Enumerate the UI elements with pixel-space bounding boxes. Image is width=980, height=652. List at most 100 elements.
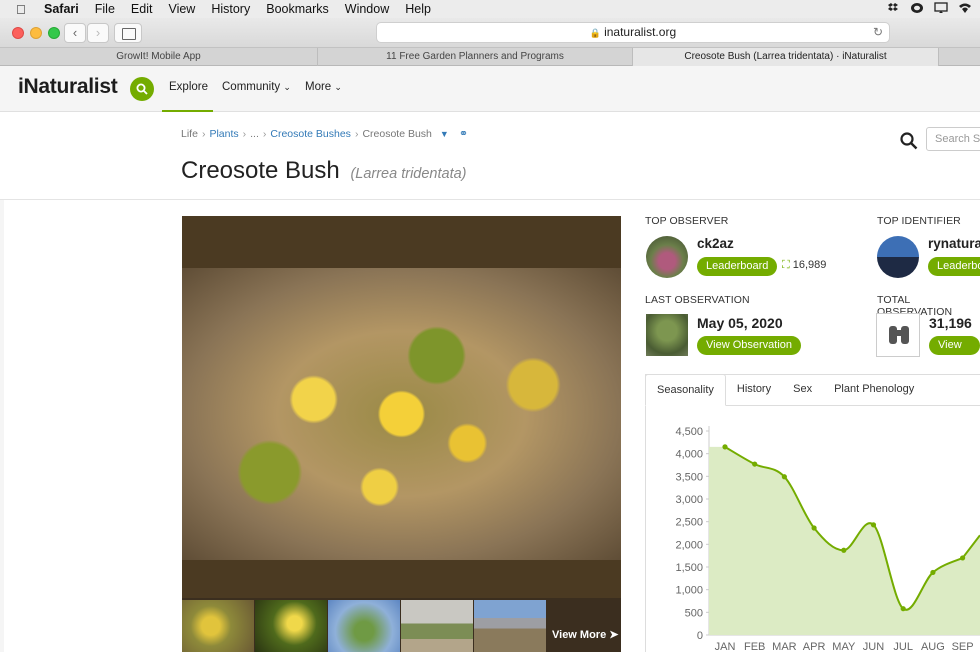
x-tick-label: MAY: [832, 641, 856, 652]
menu-edit[interactable]: Edit: [131, 2, 153, 16]
nav-more-label: More: [305, 81, 332, 93]
site-header: iNaturalist Explore Community ⌄ More ⌄: [0, 66, 980, 112]
thumbnail[interactable]: [182, 600, 254, 652]
data-point: [960, 555, 966, 561]
search-icon: [136, 83, 148, 95]
x-tick-label: JAN: [715, 641, 736, 652]
menu-bookmarks[interactable]: Bookmarks: [266, 2, 329, 16]
y-tick-label: 4,500: [675, 426, 703, 438]
x-tick-label: JUL: [893, 641, 913, 652]
photo-letterbox: [182, 560, 621, 598]
tab-seasonality[interactable]: Seasonality: [645, 374, 726, 406]
binoculars-icon: [876, 313, 920, 357]
last-observation-thumbnail[interactable]: [646, 314, 688, 356]
thumbnail[interactable]: [328, 600, 400, 652]
breadcrumb-ellipsis[interactable]: ...: [250, 128, 259, 140]
reload-icon[interactable]: ↻: [873, 23, 883, 42]
data-point: [841, 547, 847, 553]
browser-toolbar: ‹ › 🔒 inaturalist.org ↻: [0, 18, 980, 48]
creosote-flower-image: [182, 268, 621, 560]
last-observation-date: May 05, 2020: [697, 315, 783, 331]
minimize-window-button[interactable]: [30, 27, 42, 39]
close-window-button[interactable]: [12, 27, 24, 39]
menu-help[interactable]: Help: [405, 2, 431, 16]
thumbnail[interactable]: [401, 600, 473, 652]
breadcrumb-life[interactable]: Life: [181, 128, 198, 140]
site-search-button[interactable]: [130, 77, 154, 101]
common-name: Creosote Bush: [181, 157, 340, 184]
macos-menu-bar:  Safari File Edit View History Bookmark…: [0, 0, 980, 18]
breadcrumb-creosote-bushes[interactable]: Creosote Bushes: [270, 128, 351, 140]
browser-tab-active[interactable]: Creosote Bush (Larrea tridentata) · iNat…: [633, 48, 939, 66]
menu-history[interactable]: History: [211, 2, 250, 16]
address-bar[interactable]: 🔒 inaturalist.org ↻: [376, 22, 890, 43]
y-tick-label: 3,500: [675, 471, 703, 483]
back-button[interactable]: ‹: [64, 23, 86, 43]
dropbox-icon[interactable]: [886, 2, 900, 14]
chevron-down-icon: ⌄: [283, 82, 291, 92]
y-tick-label: 1,000: [675, 585, 703, 597]
thumbnail[interactable]: [474, 600, 546, 652]
tab-sex[interactable]: Sex: [782, 374, 823, 406]
caret-down-icon[interactable]: ▼: [440, 129, 449, 139]
chart-tabs: Seasonality History Sex Plant Phenology: [645, 374, 925, 406]
search-icon[interactable]: [900, 132, 918, 150]
menu-file[interactable]: File: [95, 2, 115, 16]
data-point: [722, 444, 728, 450]
top-observer-leaderboard-button[interactable]: Leaderboard: [697, 257, 778, 276]
top-observer-count: ⛶ 16,989: [782, 259, 826, 272]
menu-view[interactable]: View: [168, 2, 195, 16]
top-identifier-name[interactable]: rynatura: [928, 236, 980, 251]
url-text: inaturalist.org: [604, 25, 677, 39]
view-more-label: View More: [552, 629, 607, 641]
top-identifier-label: TOP IDENTIFIER: [877, 215, 961, 227]
scientific-name: (Larrea tridentata): [350, 166, 467, 182]
x-tick-label: AUG: [921, 641, 945, 652]
sidebar-toggle-button[interactable]: [114, 23, 142, 43]
apple-menu-icon[interactable]: : [16, 2, 30, 17]
breadcrumb-plants[interactable]: Plants: [209, 128, 238, 140]
top-observer-name[interactable]: ck2az: [697, 236, 734, 251]
nav-explore[interactable]: Explore: [169, 81, 208, 93]
link-icon[interactable]: ⚭: [459, 128, 468, 140]
view-more-photos-link[interactable]: View More ➤: [552, 628, 619, 641]
creative-cloud-icon[interactable]: [910, 2, 924, 14]
y-tick-label: 0: [697, 630, 703, 642]
view-observation-button[interactable]: View Observation: [697, 336, 802, 355]
tab-plant-phenology[interactable]: Plant Phenology: [823, 374, 925, 406]
view-all-button[interactable]: View All: [929, 336, 980, 370]
top-observer-avatar[interactable]: [646, 236, 688, 278]
total-observations-count: 31,196: [929, 315, 972, 331]
thumbnail[interactable]: [255, 600, 327, 652]
y-tick-label: 1,500: [675, 562, 703, 574]
data-point: [811, 525, 817, 531]
taxon-header: Life › Plants ›... › Creosote Bushes › Creosote…: [0, 113, 980, 200]
breadcrumb: Life › Plants ›... › Creosote Bushes › Creosote…: [181, 128, 469, 140]
nav-more[interactable]: More ⌄: [305, 81, 342, 93]
y-tick-label: 2,500: [675, 517, 703, 529]
display-icon[interactable]: [934, 2, 948, 14]
top-identifier-leaderboard-button[interactable]: Leaderbo: [928, 257, 980, 276]
browser-tab-bar: GrowIt! Mobile App 11 Free Garden Planne…: [0, 48, 980, 66]
zoom-window-button[interactable]: [48, 27, 60, 39]
x-tick-label: APR: [803, 641, 826, 652]
forward-button[interactable]: ›: [87, 23, 109, 43]
tab-history[interactable]: History: [726, 374, 782, 406]
x-tick-label: JUN: [863, 641, 884, 652]
browser-tab[interactable]: GrowIt! Mobile App: [0, 48, 318, 66]
wifi-icon[interactable]: [958, 2, 972, 14]
y-tick-label: 2,000: [675, 539, 703, 551]
browser-tab[interactable]: 11 Free Garden Planners and Programs: [318, 48, 633, 66]
species-search-input[interactable]: Search Sp: [926, 127, 980, 151]
top-identifier-avatar[interactable]: [877, 236, 919, 278]
menu-window[interactable]: Window: [345, 2, 389, 16]
x-tick-label: MAR: [772, 641, 797, 652]
x-tick-label: FEB: [744, 641, 765, 652]
nav-community[interactable]: Community ⌄: [222, 81, 291, 93]
site-logo[interactable]: iNaturalist: [18, 75, 118, 99]
data-point: [870, 522, 877, 528]
main-photo[interactable]: [182, 216, 621, 598]
page-title: Creosote Bush (Larrea tridentata): [181, 157, 467, 185]
menu-app-name[interactable]: Safari: [44, 2, 79, 16]
data-point: [781, 474, 787, 480]
